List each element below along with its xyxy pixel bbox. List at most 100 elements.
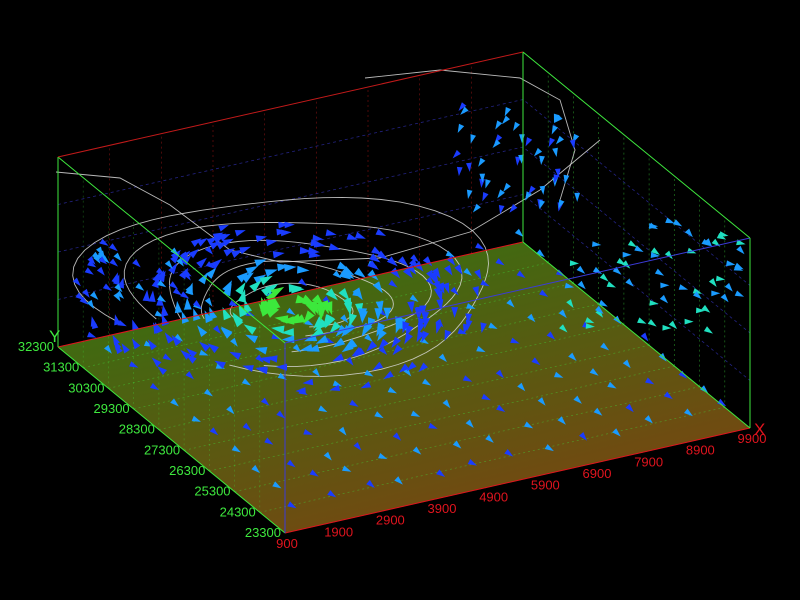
vector-arrow (539, 199, 545, 210)
vector-arrow (452, 149, 461, 159)
vector-arrow (606, 281, 616, 288)
vector-arrow (662, 324, 672, 331)
vector-arrow (148, 290, 156, 302)
vector-arrow (92, 318, 99, 330)
y-tick-label: 31300 (43, 360, 79, 375)
vector-arrow (533, 147, 543, 157)
vector-arrow (548, 137, 555, 147)
x-tick-label: 2900 (376, 513, 405, 528)
vector-arrow (627, 240, 637, 248)
vector-arrow (135, 282, 145, 291)
top-edge (57, 156, 286, 344)
vector-arrow (312, 234, 324, 242)
vector-arrow (313, 240, 326, 248)
vector-arrow (514, 228, 524, 237)
x-tick-label: 1900 (324, 524, 353, 539)
vector-arrow (664, 250, 673, 260)
vector-arrow (142, 289, 150, 302)
vector-arrow (736, 245, 745, 255)
vector-arrow (502, 115, 510, 125)
vector-arrow (563, 174, 570, 185)
height-grid-line (57, 99, 751, 286)
vector-arrow (654, 268, 665, 276)
vector-arrow (503, 182, 511, 192)
vector-arrow (280, 229, 292, 237)
vector-arrow (569, 260, 579, 267)
top-edge (522, 51, 751, 239)
vector-arrow (172, 287, 182, 296)
vector-arrow (625, 278, 634, 287)
y-tick-label: 29300 (94, 401, 130, 416)
vector-arrow (325, 229, 337, 236)
vector-arrow (478, 157, 486, 167)
vector-arrow (558, 199, 565, 209)
vector-arrow (576, 265, 586, 274)
vector-arrow (492, 139, 501, 148)
vector-arrow (297, 265, 310, 274)
vector-arrow (616, 258, 626, 266)
vector-arrow (637, 317, 647, 324)
x-axis-title: X (754, 420, 765, 439)
vector-arrow (678, 284, 689, 290)
vector-arrow (264, 269, 278, 277)
y-tick-label: 24300 (220, 504, 256, 519)
vector-arrow (184, 297, 192, 310)
vector-arrow (169, 281, 178, 290)
vector-arrow (96, 266, 105, 276)
x-tick-label: 5900 (531, 478, 560, 493)
y-tick-label: 23300 (245, 525, 281, 540)
vector-arrow (665, 217, 675, 224)
vector-arrow (711, 290, 721, 297)
vector-arrow (574, 192, 580, 202)
streamline (364, 69, 576, 201)
vector-arrow (337, 261, 350, 271)
vector-arrow (513, 121, 520, 131)
vector-arrow (704, 238, 713, 247)
vector-arrow (472, 203, 481, 213)
vector-arrow (114, 314, 121, 326)
vector-arrow (457, 123, 465, 133)
vector-arrow (72, 277, 81, 287)
vector-arrow (284, 264, 297, 272)
y-tick-label: 26300 (169, 463, 205, 478)
vector-arrow (84, 267, 94, 275)
vector-arrow (551, 125, 559, 135)
x-tick-label: 8900 (686, 443, 715, 458)
x-tick-label: 7900 (634, 454, 663, 469)
vector-arrow (659, 294, 669, 304)
vector-arrow (218, 224, 229, 232)
vector-arrow (164, 260, 173, 269)
vector-arrow (298, 278, 307, 287)
vector-arrow (504, 107, 512, 117)
vector-arrow (519, 134, 525, 144)
vector-arrow (249, 280, 262, 292)
vector-arrow (724, 282, 733, 292)
vector-arrow (539, 185, 546, 195)
y-tick-label: 25300 (194, 484, 230, 499)
top-edge (57, 51, 524, 158)
vector-arrow (354, 267, 366, 278)
vector-arrow (599, 273, 609, 282)
vector-arrow (204, 297, 213, 307)
vector-arrow (684, 318, 694, 325)
vector-arrow (525, 137, 533, 147)
vector-arrow (174, 300, 183, 314)
vector-arrow (328, 243, 341, 251)
y-tick-label: 28300 (119, 422, 155, 437)
vector-arrow (715, 275, 726, 282)
vector-arrow (113, 252, 122, 262)
vector-arrow (734, 290, 745, 297)
vector-arrow (161, 304, 169, 317)
vector-arrow (555, 135, 564, 145)
vector-arrow (701, 304, 711, 313)
y-axis-title: Y (49, 327, 60, 346)
vector-arrow (109, 243, 118, 252)
y-tick-label: 27300 (144, 442, 180, 457)
y-tick-label: 30300 (68, 380, 104, 395)
vector-arrow (375, 228, 387, 236)
vector-arrow (254, 259, 267, 267)
vector-arrow (255, 235, 267, 243)
vector-arrow (90, 291, 99, 300)
vector-arrow (495, 120, 503, 130)
vector-arrow (485, 179, 491, 189)
